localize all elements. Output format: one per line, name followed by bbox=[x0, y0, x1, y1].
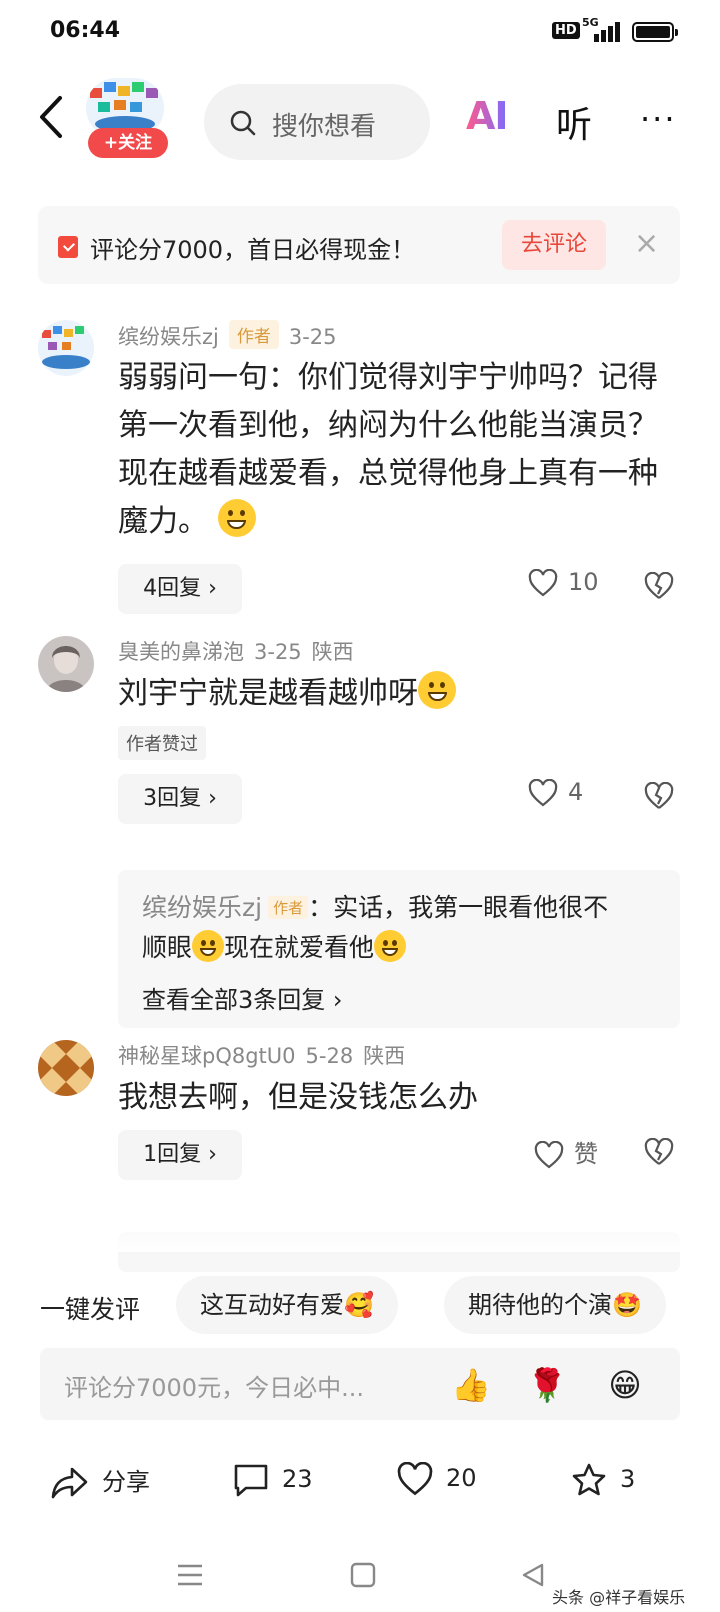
battery-icon bbox=[632, 22, 678, 42]
back-triangle-icon[interactable] bbox=[520, 1562, 546, 1588]
laugh-cry-emoji-icon bbox=[192, 930, 225, 962]
comment-count: 23 bbox=[282, 1465, 313, 1493]
go-comment-button[interactable]: 去评论 bbox=[502, 220, 606, 270]
star-icon bbox=[572, 1463, 606, 1496]
commenter-avatar[interactable] bbox=[38, 636, 94, 692]
commenter-name[interactable]: 神秘星球pQ8gtU0 bbox=[118, 1044, 296, 1068]
grin-emoji-icon bbox=[418, 671, 456, 709]
replies-button[interactable]: 1回复 › bbox=[118, 1130, 242, 1180]
reply-text-cont: 现在就爱看他 bbox=[224, 933, 375, 962]
menu-icon[interactable] bbox=[176, 1562, 204, 1588]
promo-text: 评论分7000，首日必得现金！ bbox=[90, 236, 416, 264]
share-label: 分享 bbox=[102, 1468, 150, 1496]
reply-preview[interactable]: 缤纷娱乐zj 作者 ：实话，我第一眼看他很不 顺眼 现在就爱看他 查看全部3条回复 › bbox=[118, 870, 680, 1028]
comment-location: 陕西 bbox=[311, 640, 354, 664]
comment-location: 陕西 bbox=[363, 1044, 406, 1068]
like-count: 赞 bbox=[574, 1140, 598, 1168]
follow-button[interactable]: +关注 bbox=[88, 128, 168, 158]
like-count: 4 bbox=[568, 778, 584, 806]
ai-button[interactable]: AI bbox=[466, 94, 509, 138]
quick-comment-bar: 一键发评 这互动好有爱🥰 期待他的个演🤩 bbox=[0, 1276, 720, 1336]
heart-icon bbox=[528, 568, 558, 597]
comment-text: 刘宇宁就是越看越帅呀 bbox=[118, 670, 678, 718]
like-button[interactable]: 4 bbox=[528, 778, 583, 818]
share-button[interactable]: 分享 bbox=[50, 1462, 150, 1501]
comment-input[interactable]: 评论分7000元，今日必中... 👍 🌹 😁 bbox=[40, 1348, 680, 1420]
author-tag: 作者 bbox=[228, 320, 279, 349]
commenter-name[interactable]: 臭美的鼻涕泡 bbox=[118, 640, 244, 664]
like-button[interactable]: 10 bbox=[528, 568, 599, 608]
comment-text: 弱弱问一句：你们觉得刘宇宁帅吗？记得第一次看到他，纳闷为什么他能当演员？现在越看… bbox=[118, 360, 658, 539]
search-bar[interactable]: 搜你想看 bbox=[204, 84, 430, 160]
view-all-replies-link[interactable]: 查看全部3条回复 › bbox=[142, 980, 343, 1015]
hd-indicator: HD bbox=[552, 22, 580, 39]
comment-date: 3-25 bbox=[288, 325, 337, 349]
post-like-count: 20 bbox=[446, 1464, 477, 1492]
watermark: 头条 @祥子看娱乐 bbox=[552, 1588, 686, 1607]
comment-icon bbox=[234, 1464, 268, 1497]
system-nav-bar: 头条 @祥子看娱乐 bbox=[0, 1540, 720, 1612]
quick-comment-chip[interactable]: 期待他的个演🤩 bbox=[444, 1276, 666, 1334]
heart-icon bbox=[528, 778, 558, 807]
favorite-count: 3 bbox=[620, 1465, 636, 1493]
like-button[interactable]: 赞 bbox=[534, 1134, 598, 1174]
comment-date: 3-25 bbox=[254, 640, 302, 664]
commenter-avatar[interactable] bbox=[38, 1040, 94, 1096]
reply-text-cont: 顺眼 bbox=[142, 933, 193, 962]
comments-button[interactable]: 23 bbox=[232, 1462, 313, 1498]
more-button[interactable]: ··· bbox=[640, 100, 677, 138]
broken-heart-icon[interactable] bbox=[644, 782, 674, 810]
top-header: +关注 搜你想看 AI 听 ··· bbox=[0, 72, 720, 162]
scroll-fade bbox=[0, 1222, 720, 1252]
heart-icon bbox=[397, 1461, 433, 1496]
grin-emoji-button[interactable]: 😁 bbox=[602, 1362, 648, 1408]
chevron-left-icon bbox=[40, 96, 62, 138]
red-envelope-icon bbox=[58, 236, 78, 258]
listen-button[interactable]: 听 bbox=[556, 96, 592, 148]
status-time: 06:44 bbox=[50, 18, 121, 43]
quick-comment-chip[interactable]: 这互动好有爱🥰 bbox=[176, 1276, 398, 1334]
author-liked-tag: 作者赞过 bbox=[118, 726, 206, 760]
hug-emoji-icon bbox=[217, 499, 256, 537]
share-icon bbox=[51, 1467, 88, 1499]
replies-button[interactable]: 3回复 › bbox=[118, 774, 242, 824]
reply-text: ：实话，我第一眼看他很不 bbox=[308, 893, 609, 922]
back-button[interactable] bbox=[32, 94, 72, 140]
like-count: 10 bbox=[568, 568, 599, 596]
like-post-button[interactable]: 20 bbox=[396, 1461, 477, 1496]
rose-emoji-button[interactable]: 🌹 bbox=[524, 1362, 570, 1408]
comment-date: 5-28 bbox=[305, 1044, 354, 1068]
reply-author[interactable]: 缤纷娱乐zj bbox=[142, 893, 262, 922]
commenter-name[interactable]: 缤纷娱乐zj bbox=[118, 325, 219, 349]
author-avatar[interactable]: +关注 bbox=[86, 78, 168, 160]
broken-heart-icon[interactable] bbox=[644, 572, 674, 600]
replies-button[interactable]: 4回复 › bbox=[118, 564, 242, 614]
comment-input-placeholder: 评论分7000元，今日必中... bbox=[64, 1374, 364, 1402]
thumbs-up-emoji-button[interactable]: 👍 bbox=[448, 1362, 494, 1408]
author-tag: 作者 bbox=[268, 896, 309, 919]
comment-text: 我想去啊，但是没钱怎么办 bbox=[118, 1080, 478, 1115]
search-icon bbox=[230, 110, 256, 136]
commenter-avatar[interactable] bbox=[38, 320, 94, 376]
signal-icon bbox=[586, 20, 622, 42]
heart-icon bbox=[534, 1140, 564, 1169]
broken-heart-icon[interactable] bbox=[644, 1138, 674, 1166]
promo-banner: 评论分7000，首日必得现金！ 去评论 × bbox=[38, 206, 680, 284]
status-bar: 06:44 HD 5G bbox=[0, 0, 720, 66]
action-bar: 分享 23 20 3 bbox=[0, 1452, 720, 1524]
laugh-emoji-icon bbox=[374, 930, 407, 962]
home-square-icon[interactable] bbox=[350, 1562, 376, 1588]
close-icon[interactable]: × bbox=[634, 226, 659, 261]
search-placeholder: 搜你想看 bbox=[272, 112, 377, 142]
favorite-button[interactable]: 3 bbox=[570, 1462, 635, 1498]
quick-comment-label: 一键发评 bbox=[40, 1295, 141, 1324]
